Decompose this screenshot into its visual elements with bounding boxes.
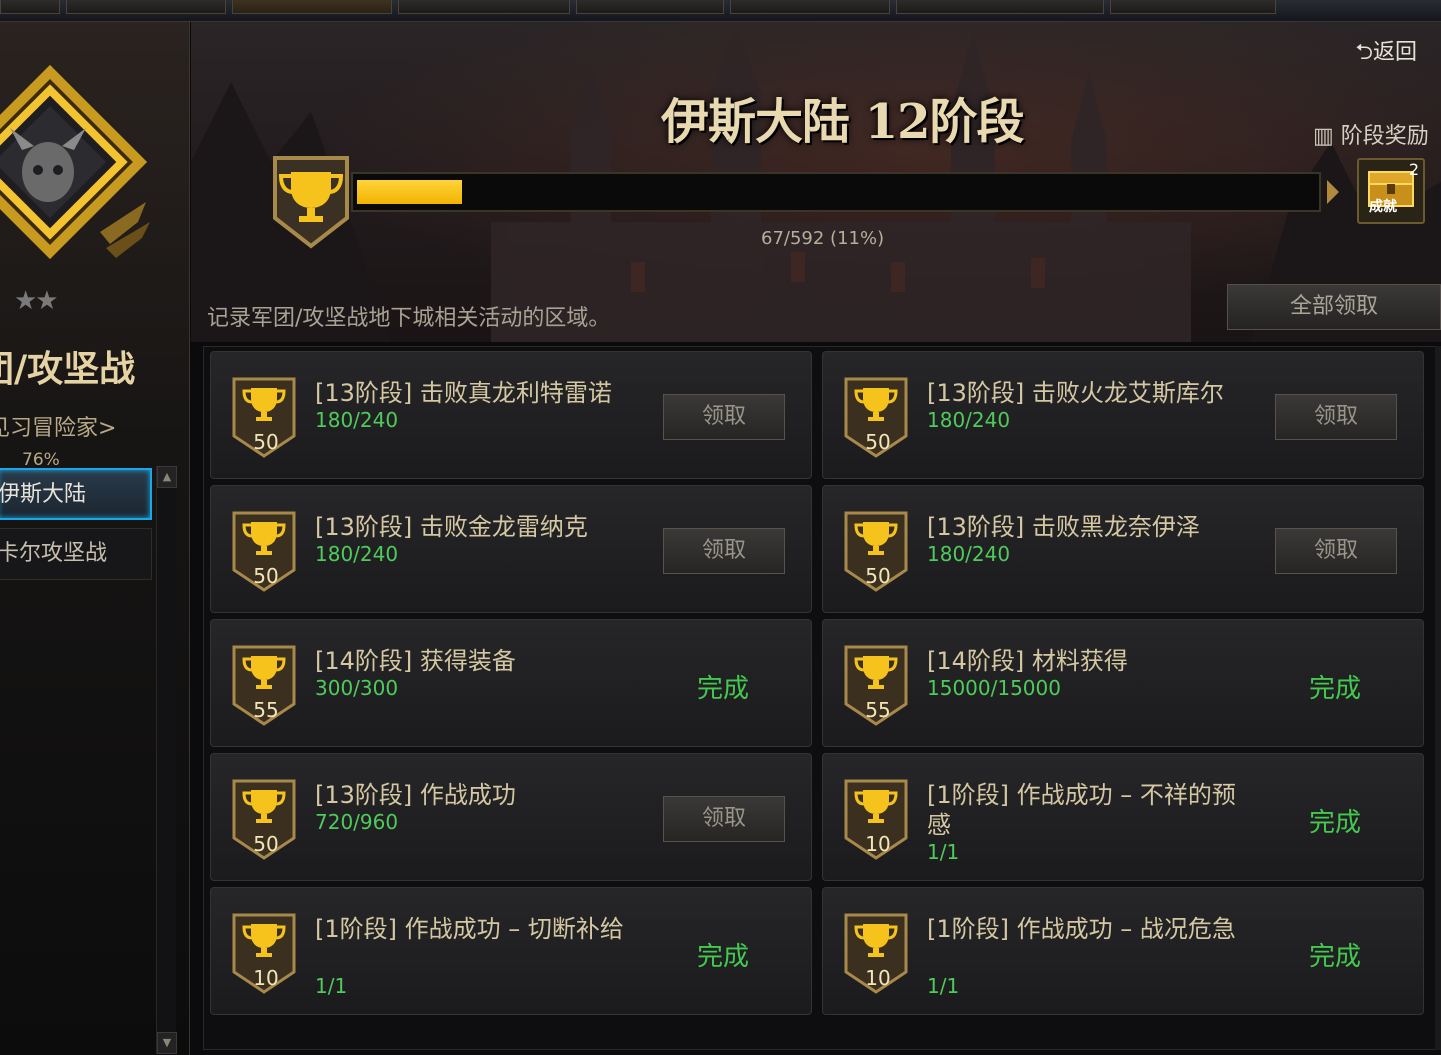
- achievement-points: 10: [253, 966, 279, 990]
- achievement-progress: 300/300: [315, 676, 399, 700]
- achievement-points: 50: [253, 430, 279, 454]
- top-tab[interactable]: [1110, 0, 1276, 14]
- achievement-title: [1阶段] 作战成功 – 切断补给: [315, 915, 624, 943]
- stage-banner: ⮌返回 伊斯大陆 12阶段 ▥ 阶段奖励 2 成就 67/592 (11%) 记…: [191, 22, 1441, 342]
- sidebar-item-isys-continent[interactable]: 伊斯大陆: [0, 468, 152, 520]
- reward-count: 2: [1408, 160, 1419, 179]
- achievement-title: [13阶段] 击败真龙利特雷诺: [315, 379, 612, 407]
- achievement-card: 50 [13阶段] 击败黑龙奈伊泽 180/240 领取: [822, 485, 1424, 613]
- achievement-card: 50 [13阶段] 作战成功 720/960 领取: [210, 753, 812, 881]
- achievement-title: [1阶段] 作战成功 – 不祥的预感: [927, 781, 1236, 839]
- demon-emblem-icon: [0, 64, 150, 260]
- completed-label: 完成: [1309, 808, 1362, 838]
- achievement-card: 10 [1阶段] 作战成功 – 切断补给 1/1 完成: [210, 887, 812, 1015]
- claim-button[interactable]: 领取: [663, 528, 785, 574]
- achievement-points: 50: [253, 564, 279, 588]
- rank-name: 见习冒险家>: [0, 416, 117, 441]
- claim-button[interactable]: 领取: [1275, 394, 1397, 440]
- achievement-points: 50: [253, 832, 279, 856]
- achievement-progress: 15000/15000: [927, 676, 1061, 700]
- achievement-card: 10 [1阶段] 作战成功 – 战况危急 1/1 完成: [822, 887, 1424, 1015]
- achievement-title: [13阶段] 击败金龙雷纳克: [315, 513, 588, 541]
- achievement-progress: 180/240: [927, 542, 1011, 566]
- top-tab-bar: [0, 0, 1441, 22]
- stage-progress-text: 67/592 (11%): [761, 228, 885, 249]
- stage-progress-fill: [357, 180, 463, 204]
- completed-label: 完成: [697, 942, 750, 972]
- top-tab[interactable]: [398, 0, 570, 14]
- achievement-panel: ⮌返回 伊斯大陆 12阶段 ▥ 阶段奖励 2 成就 67/592 (11%) 记…: [191, 22, 1441, 1055]
- category-sidebar: ★★ 团/攻坚战 见习冒险家> 76% 伊斯大陆 卡尔攻坚战 ▲ ▼: [0, 22, 190, 1055]
- completed-label: 完成: [1309, 942, 1362, 972]
- rank-percent: 76%: [22, 450, 60, 470]
- top-tab-active[interactable]: [232, 0, 392, 14]
- completed-label: 完成: [1309, 674, 1362, 704]
- top-tab[interactable]: [0, 0, 60, 14]
- achievement-list: 50 [13阶段] 击败真龙利特雷诺 180/240 领取 50 [13阶段] …: [203, 346, 1441, 1050]
- return-arrow-icon: ⮌: [1355, 40, 1373, 65]
- achievement-card: 50 [13阶段] 击败金龙雷纳克 180/240 领取: [210, 485, 812, 613]
- back-button[interactable]: ⮌返回: [1355, 34, 1417, 73]
- stage-progress-bar: [351, 172, 1321, 212]
- stage-reward-item[interactable]: 2 成就: [1357, 158, 1425, 224]
- achievement-title: [13阶段] 击败火龙艾斯库尔: [927, 379, 1224, 407]
- achievement-points: 10: [865, 832, 891, 856]
- claim-button[interactable]: 领取: [663, 394, 785, 440]
- achievement-points: 55: [253, 698, 279, 722]
- achievement-title: [13阶段] 作战成功: [315, 781, 516, 809]
- claim-button[interactable]: 领取: [1275, 528, 1397, 574]
- top-tab[interactable]: [66, 0, 226, 14]
- claim-all-button[interactable]: 全部领取: [1227, 284, 1441, 330]
- category-title: 团/攻坚战: [0, 348, 136, 390]
- sidebar-item-kaer-raid[interactable]: 卡尔攻坚战: [0, 528, 152, 580]
- achievement-points: 50: [865, 430, 891, 454]
- claim-button[interactable]: 领取: [663, 796, 785, 842]
- achievement-progress: 720/960: [315, 810, 399, 834]
- achievement-title: [14阶段] 材料获得: [927, 647, 1128, 675]
- reward-item-text: 成就: [1369, 199, 1397, 215]
- achievement-scrollbar[interactable]: [1435, 346, 1441, 1050]
- achievement-progress: 180/240: [315, 408, 399, 432]
- achievement-title: [14阶段] 获得装备: [315, 647, 516, 675]
- achievement-progress: 1/1: [315, 974, 348, 998]
- scroll-up-icon[interactable]: ▲: [157, 466, 177, 488]
- achievement-card: 10 [1阶段] 作战成功 – 不祥的预感 1/1 完成: [822, 753, 1424, 881]
- achievement-points: 10: [865, 966, 891, 990]
- achievement-points: 50: [865, 564, 891, 588]
- completed-label: 完成: [697, 674, 750, 704]
- category-description: 记录军团/攻坚战地下城相关活动的区域。: [207, 306, 611, 331]
- achievement-title: [13阶段] 击败黑龙奈伊泽: [927, 513, 1200, 541]
- sidebar-scrollbar[interactable]: ▲ ▼: [156, 466, 177, 1054]
- achievement-points: 55: [865, 698, 891, 722]
- stage-reward-label: ▥ 阶段奖励: [1313, 124, 1429, 149]
- achievement-progress: 1/1: [927, 974, 960, 998]
- rank-stars: ★★: [14, 286, 59, 316]
- top-tab[interactable]: [576, 0, 724, 14]
- achievement-progress: 1/1: [927, 840, 960, 864]
- achievement-title: [1阶段] 作战成功 – 战况危急: [927, 915, 1236, 943]
- achievement-progress: 180/240: [927, 408, 1011, 432]
- trophy-icon: [273, 156, 349, 249]
- achievement-card: 50 [13阶段] 击败真龙利特雷诺 180/240 领取: [210, 351, 812, 479]
- scroll-down-icon[interactable]: ▼: [157, 1032, 177, 1054]
- achievement-card: 55 [14阶段] 获得装备 300/300 完成: [210, 619, 812, 747]
- achievement-card: 50 [13阶段] 击败火龙艾斯库尔 180/240 领取: [822, 351, 1424, 479]
- stage-title: 伊斯大陆 12阶段: [661, 94, 1025, 150]
- achievement-card: 55 [14阶段] 材料获得 15000/15000 完成: [822, 619, 1424, 747]
- top-tab[interactable]: [730, 0, 890, 14]
- top-tab[interactable]: [896, 0, 1104, 14]
- gift-icon: ▥: [1313, 124, 1334, 149]
- achievement-progress: 180/240: [315, 542, 399, 566]
- progress-arrow-icon: [1327, 180, 1339, 204]
